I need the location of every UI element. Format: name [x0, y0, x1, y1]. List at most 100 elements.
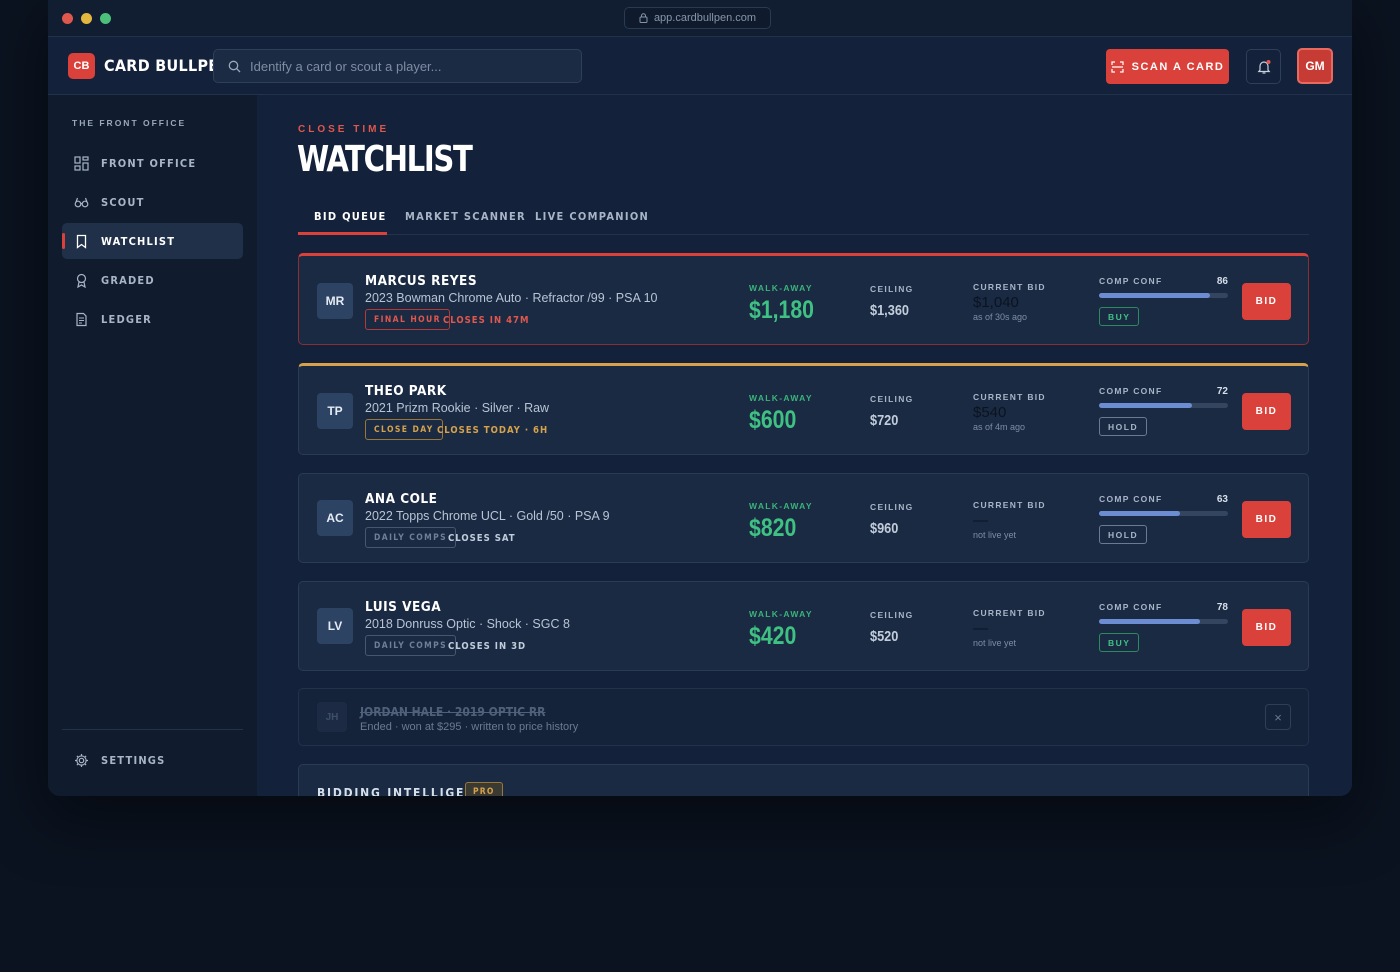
sidebar-item-settings[interactable]: SETTINGS: [62, 742, 243, 778]
tab-bar: BID QUEUE MARKET SCANNER LIVE COMPANION: [298, 203, 1309, 235]
bid-card[interactable]: LV LUIS VEGA 2018 Donruss Optic · Shock …: [298, 581, 1309, 671]
ceiling-value: $520: [870, 628, 899, 645]
confidence-bar: [1099, 511, 1228, 516]
gear-icon: [75, 753, 88, 767]
comp-conf-value: 86: [1216, 276, 1228, 287]
ceiling-label: CEILING: [870, 502, 914, 512]
bid-card[interactable]: MR MARCUS REYES 2023 Bowman Chrome Auto …: [298, 253, 1309, 345]
card-description: 2023 Bowman Chrome Auto · Refractor /99 …: [365, 291, 658, 305]
player-name: LUIS VEGA: [365, 599, 442, 615]
ceiling-value: $720: [870, 412, 899, 429]
lock-icon: [639, 13, 648, 23]
current-bid-note: as of 4m ago: [973, 422, 1026, 432]
current-bid-label: CURRENT BID: [973, 392, 1046, 402]
tab-live-companion[interactable]: LIVE COMPANION: [535, 210, 649, 223]
sidebar-item-label: FRONT OFFICE: [101, 156, 197, 170]
dismiss-button[interactable]: ×: [1265, 704, 1291, 730]
current-bid-note: not live yet: [973, 530, 1017, 540]
confidence-bar: [1099, 403, 1228, 408]
user-avatar[interactable]: GM: [1297, 48, 1333, 84]
bid-button[interactable]: BID: [1242, 501, 1291, 538]
player-name: MARCUS REYES: [365, 273, 478, 289]
sidebar-item-ledger[interactable]: LEDGER: [62, 301, 243, 337]
ceiling-value: $960: [870, 520, 899, 537]
closes-text: CLOSES SAT: [448, 533, 516, 544]
search-icon: [228, 60, 241, 73]
sidebar-item-watchlist[interactable]: WATCHLIST: [62, 223, 243, 259]
comp-conf-value: 63: [1216, 494, 1228, 505]
player-name: ANA COLE: [365, 491, 438, 507]
urgency-badge: CLOSE DAY: [365, 419, 443, 440]
card-description: 2018 Donruss Optic · Shock · SGC 8: [365, 617, 570, 631]
url-text: app.cardbullpen.com: [653, 12, 757, 24]
ceiling-value: $1,360: [870, 302, 910, 319]
scan-card-button[interactable]: SCAN A CARD: [1106, 49, 1229, 84]
sidebar-item-label: WATCHLIST: [101, 234, 176, 248]
walk-away-label: WALK-AWAY: [749, 283, 813, 293]
sidebar-item-label: GRADED: [101, 273, 155, 287]
current-bid-value: $540: [973, 404, 1007, 421]
ceiling-label: CEILING: [870, 284, 914, 294]
address-bar[interactable]: app.cardbullpen.com: [624, 7, 771, 29]
walk-away-value: $1,180: [749, 296, 814, 324]
tab-bid-queue[interactable]: BID QUEUE: [314, 210, 387, 223]
bidding-intelligence-panel: BIDDING INTELLIGENCE PRO: [298, 764, 1309, 796]
current-bid-note: as of 30s ago: [973, 312, 1028, 322]
search-box[interactable]: [213, 49, 582, 83]
closes-text: CLOSES IN 3D: [448, 641, 527, 652]
ended-auction-row: JH JORDAN HALE · 2019 OPTIC RR Ended · w…: [298, 688, 1309, 746]
ended-title: JORDAN HALE · 2019 OPTIC RR: [360, 705, 546, 719]
current-bid-label: CURRENT BID: [973, 500, 1046, 510]
player-avatar: AC: [317, 500, 353, 536]
notifications-button[interactable]: [1246, 49, 1281, 84]
sidebar-item-label: SCOUT: [101, 195, 145, 209]
award-icon: [76, 273, 87, 288]
logo-mark[interactable]: CB: [68, 53, 95, 79]
walk-away-value: $600: [749, 406, 797, 434]
page-eyebrow: CLOSE TIME: [298, 124, 390, 135]
walk-away-label: WALK-AWAY: [749, 393, 813, 403]
app-window: app.cardbullpen.com CB CARD BULLPEN SCAN…: [48, 0, 1352, 796]
player-name: THEO PARK: [365, 383, 447, 399]
binoculars-icon: [74, 197, 89, 207]
bid-button[interactable]: BID: [1242, 609, 1291, 646]
bid-button[interactable]: BID: [1242, 283, 1291, 320]
closes-text: CLOSES IN 47M: [443, 315, 530, 326]
recommendation-badge: BUY: [1099, 307, 1140, 326]
bid-card[interactable]: TP THEO PARK 2021 Prizm Rookie · Silver …: [298, 363, 1309, 455]
close-dot[interactable]: [62, 13, 73, 24]
main-content: CLOSE TIME WATCHLIST BID QUEUE MARKET SC…: [257, 95, 1352, 796]
ceiling-label: CEILING: [870, 394, 914, 404]
player-avatar: TP: [317, 393, 353, 429]
search-input[interactable]: [250, 50, 570, 82]
confidence-fill: [1099, 619, 1200, 624]
comp-conf-label: COMP CONF: [1099, 602, 1163, 612]
current-bid-label: CURRENT BID: [973, 608, 1046, 618]
comp-conf-label: COMP CONF: [1099, 276, 1163, 286]
page-title: WATCHLIST: [297, 139, 473, 180]
sidebar-item-front-office[interactable]: FRONT OFFICE: [62, 145, 243, 181]
recommendation-badge: HOLD: [1099, 525, 1148, 544]
urgency-badge: DAILY COMPS: [365, 527, 457, 548]
active-tab-indicator: [298, 232, 387, 235]
sidebar-item-scout[interactable]: SCOUT: [62, 184, 243, 220]
bid-button[interactable]: BID: [1242, 393, 1291, 430]
confidence-bar: [1099, 293, 1228, 298]
ended-note: Ended · won at $295 · written to price h…: [360, 721, 579, 733]
urgency-badge: DAILY COMPS: [365, 635, 457, 656]
player-avatar: JH: [317, 702, 347, 732]
sidebar-heading: THE FRONT OFFICE: [72, 118, 187, 128]
confidence-fill: [1099, 293, 1210, 298]
comp-conf-value: 72: [1216, 386, 1228, 397]
app-name[interactable]: CARD BULLPEN: [104, 56, 231, 75]
pro-badge: PRO: [465, 782, 503, 796]
bid-card[interactable]: AC ANA COLE 2022 Topps Chrome UCL · Gold…: [298, 473, 1309, 563]
sidebar-item-graded[interactable]: GRADED: [62, 262, 243, 298]
comp-conf-label: COMP CONF: [1099, 494, 1163, 504]
player-avatar: LV: [317, 608, 353, 644]
comp-conf-value: 78: [1216, 602, 1228, 613]
maximize-dot[interactable]: [100, 13, 111, 24]
minimize-dot[interactable]: [81, 13, 92, 24]
current-bid-note: not live yet: [973, 638, 1017, 648]
tab-market-scanner[interactable]: MARKET SCANNER: [405, 210, 526, 223]
